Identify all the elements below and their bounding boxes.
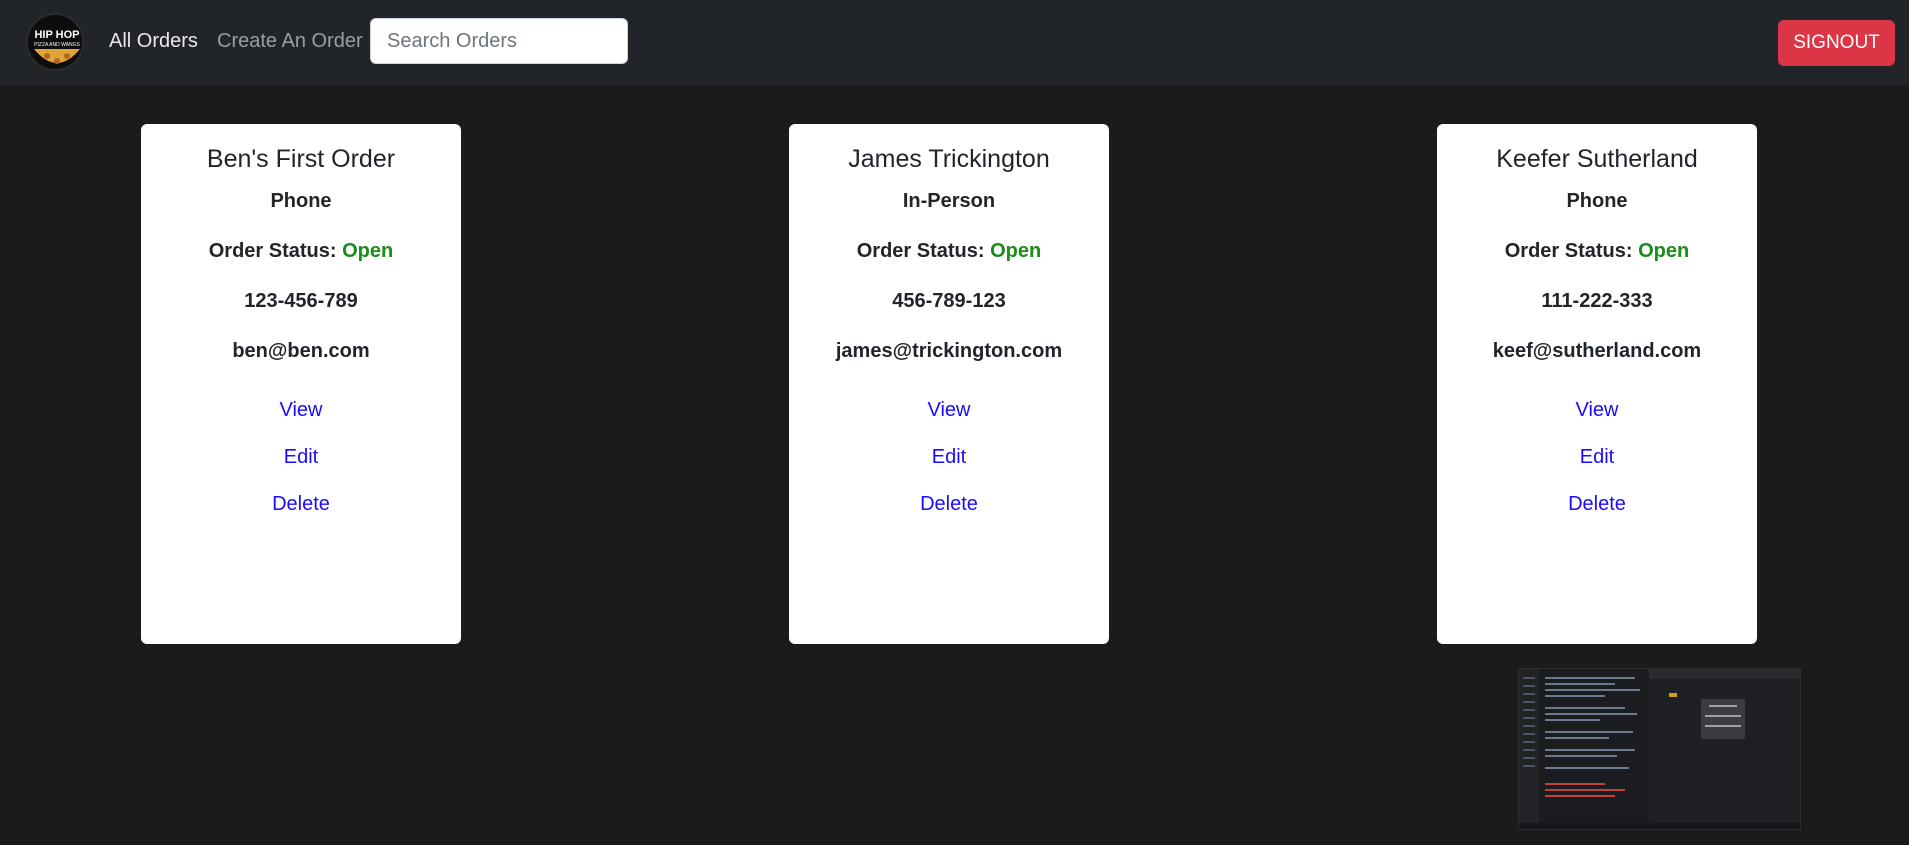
search-orders-input[interactable] [370, 18, 628, 64]
order-email: keef@sutherland.com [1492, 340, 1702, 362]
nav-all-orders[interactable]: All Orders [109, 30, 198, 53]
view-order-link[interactable]: View [789, 399, 1109, 422]
order-type: In-Person [902, 190, 996, 212]
order-status-label: Order Status: [856, 240, 985, 262]
order-type: Phone [270, 190, 332, 212]
view-order-link[interactable]: View [1437, 399, 1757, 422]
screen-preview-thumbnail[interactable] [1518, 668, 1801, 830]
order-type: Phone [1566, 190, 1628, 212]
top-navbar: HIP HOP PIZZA AND WANGS All Orders Creat… [0, 0, 1909, 86]
hip-hop-pizza-logo[interactable]: HIP HOP PIZZA AND WANGS [26, 13, 84, 71]
edit-order-link[interactable]: Edit [141, 446, 461, 469]
order-name: James Trickington [848, 145, 1050, 173]
delete-order-link[interactable]: Delete [141, 493, 461, 516]
edit-order-link[interactable]: Edit [1437, 446, 1757, 469]
order-card: James Trickington In-Person Order Status… [789, 124, 1109, 644]
order-name: Keefer Sutherland [1496, 145, 1698, 173]
order-card: Keefer Sutherland Phone Order Status: Op… [1437, 124, 1757, 644]
order-status-label: Order Status: [208, 240, 337, 262]
order-status: Order Status: Open [789, 240, 1109, 263]
svg-text:HIP HOP: HIP HOP [34, 29, 79, 41]
order-status: Order Status: Open [1437, 240, 1757, 263]
order-status-value: Open [342, 240, 394, 262]
order-phone: 123-456-789 [244, 290, 358, 312]
order-card: Ben's First Order Phone Order Status: Op… [141, 124, 461, 644]
signout-button[interactable]: SIGNOUT [1778, 20, 1895, 66]
delete-order-link[interactable]: Delete [789, 493, 1109, 516]
order-email: ben@ben.com [232, 340, 370, 362]
delete-order-link[interactable]: Delete [1437, 493, 1757, 516]
order-email: james@trickington.com [835, 340, 1063, 362]
order-name: Ben's First Order [206, 145, 396, 173]
order-phone: 456-789-123 [892, 290, 1006, 312]
order-status-value: Open [990, 240, 1042, 262]
edit-order-link[interactable]: Edit [789, 446, 1109, 469]
svg-text:PIZZA AND WANGS: PIZZA AND WANGS [34, 42, 80, 48]
order-status: Order Status: Open [141, 240, 461, 263]
order-status-value: Open [1638, 240, 1690, 262]
nav-create-an-order[interactable]: Create An Order [217, 30, 363, 53]
view-order-link[interactable]: View [141, 399, 461, 422]
order-status-label: Order Status: [1504, 240, 1633, 262]
order-phone: 111-222-333 [1541, 290, 1653, 312]
